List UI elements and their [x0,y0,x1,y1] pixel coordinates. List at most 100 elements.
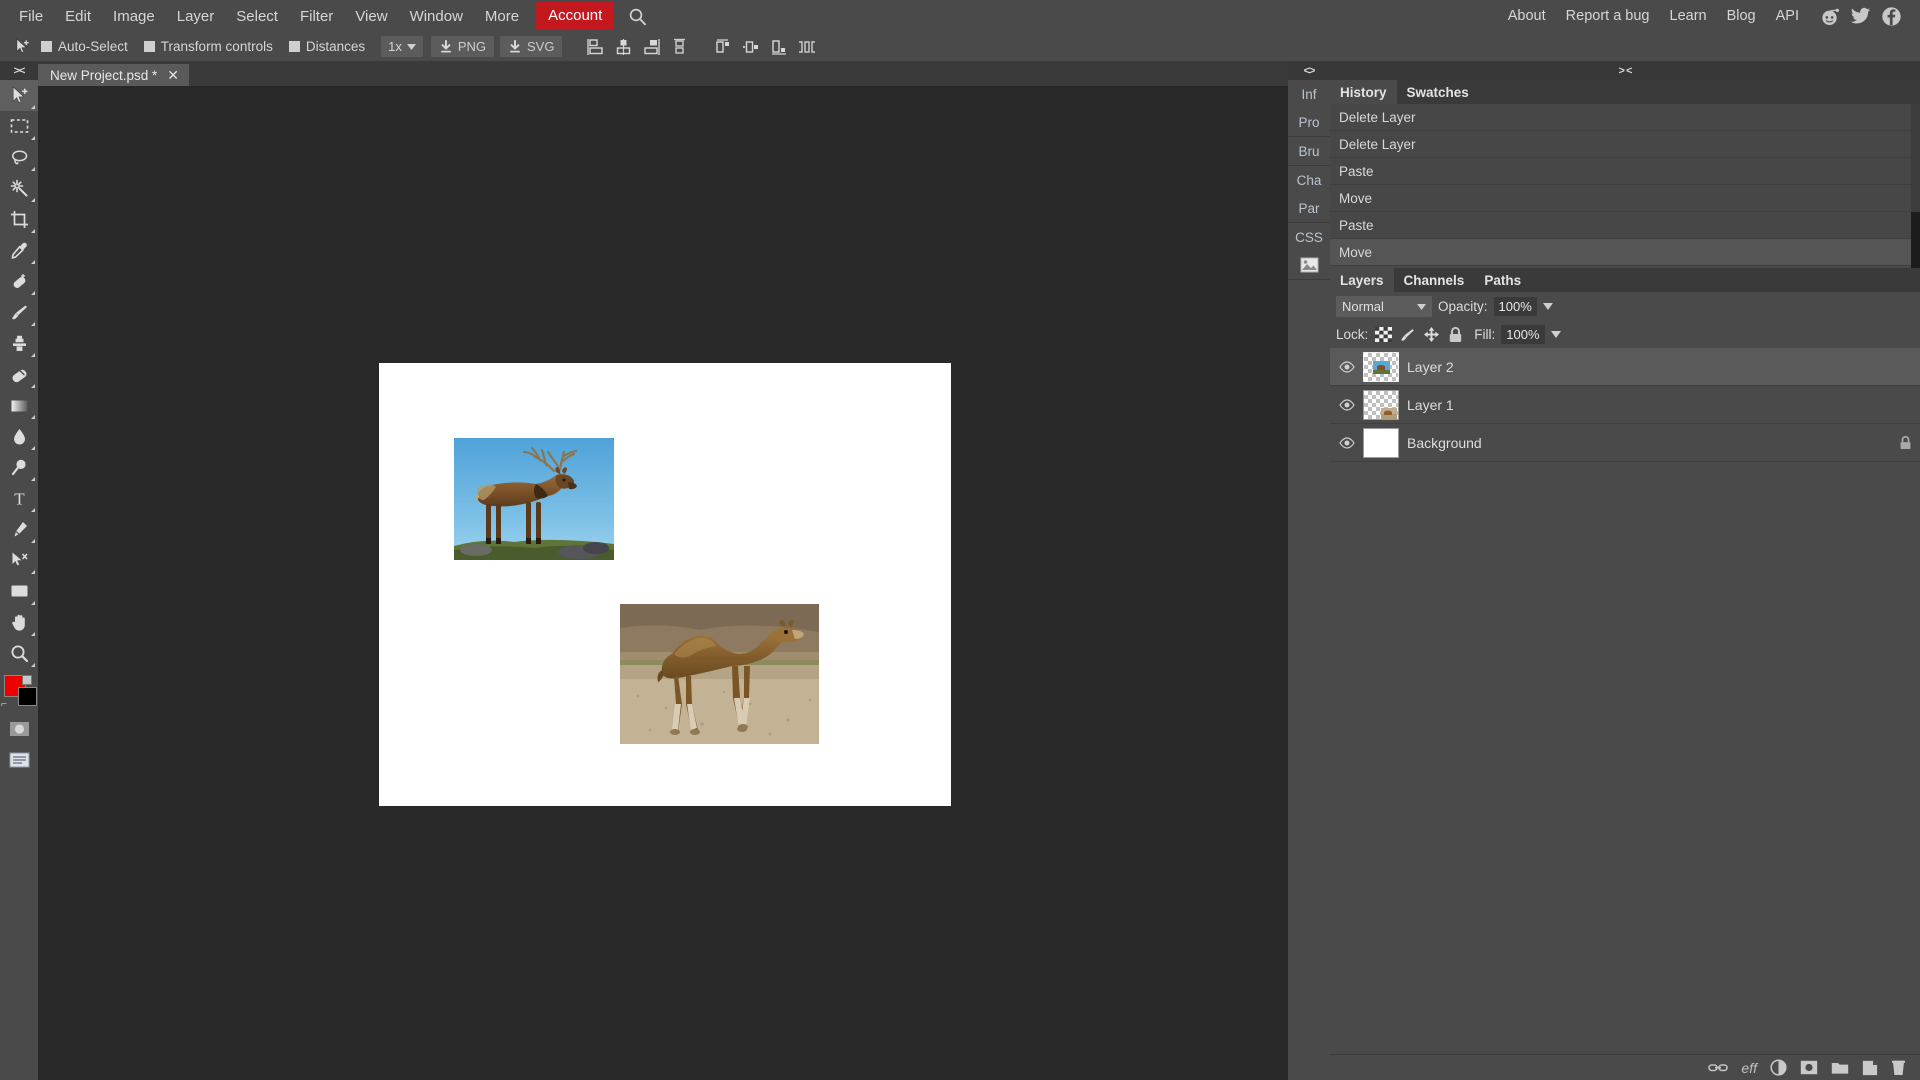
layer-row-layer-1[interactable]: Layer 1 [1330,386,1920,424]
menu-edit[interactable]: Edit [54,3,102,30]
color-swatches[interactable]: ⌐ [0,673,38,713]
distribute-vertical-center-icon[interactable] [738,35,764,59]
hand-tool[interactable] [0,607,38,638]
lasso-tool[interactable] [0,142,38,173]
opacity-value[interactable]: 100% [1493,297,1537,316]
menu-select[interactable]: Select [225,3,289,30]
tab-channels[interactable]: Channels [1394,268,1475,292]
export-png-button[interactable]: PNG [430,36,495,57]
menu-about[interactable]: About [1498,3,1556,30]
history-item[interactable]: Delete Layer [1330,131,1920,158]
tab-layers[interactable]: Layers [1330,268,1394,292]
rectangular-marquee-tool[interactable] [0,111,38,142]
lock-all-icon[interactable] [1446,326,1464,344]
menu-more[interactable]: More [474,3,530,30]
crop-tool[interactable] [0,204,38,235]
transform-controls-checkbox-box[interactable] [143,41,155,52]
distances-checkbox-box[interactable] [288,41,300,52]
panels-collapse-button[interactable]: > < [1330,62,1920,80]
auto-select-checkbox[interactable]: Auto-Select [41,39,128,54]
export-svg-button[interactable]: SVG [500,36,563,57]
distribute-vertical-top-icon[interactable] [710,35,736,59]
eraser-tool[interactable] [0,359,38,390]
history-scroll-thumb[interactable] [1911,212,1920,268]
new-group-button[interactable] [1831,1060,1849,1075]
lock-transparent-pixels-icon[interactable] [1374,326,1392,344]
lock-position-icon[interactable] [1422,326,1440,344]
move-tool[interactable] [0,80,38,111]
layers-list[interactable]: Layer 2 Layer 1 Background [1330,348,1920,462]
layer-mask-button[interactable] [1800,1060,1818,1075]
layer-visibility-icon[interactable] [1338,398,1355,411]
distribute-horizontal-spacing-icon[interactable] [794,35,820,59]
auto-select-checkbox-box[interactable] [41,41,52,52]
menu-api[interactable]: API [1766,3,1809,30]
screen-mode-toggle[interactable] [0,744,38,775]
pen-tool[interactable] [0,514,38,545]
zoom-level-select[interactable]: 1x [381,36,423,57]
distribute-vertical-bottom-icon[interactable] [766,35,792,59]
menu-window[interactable]: Window [399,3,474,30]
character-panel-tab[interactable]: Cha [1288,166,1330,194]
magic-wand-tool[interactable] [0,173,38,204]
document-canvas[interactable] [379,363,951,806]
image-panel-tab[interactable] [1288,251,1330,279]
menu-image[interactable]: Image [102,3,166,30]
camel-image-layer[interactable] [620,604,819,744]
layer-thumbnail[interactable] [1363,389,1399,420]
close-icon[interactable]: ✕ [167,67,179,84]
css-panel-tab[interactable]: CSS [1288,223,1330,251]
align-horizontal-centers-icon[interactable] [610,35,636,59]
background-color-swatch[interactable] [18,687,37,706]
swap-colors-icon[interactable] [22,675,32,685]
adjustment-layer-button[interactable] [1770,1059,1787,1076]
document-tab[interactable]: New Project.psd * ✕ [38,64,190,86]
menu-learn[interactable]: Learn [1660,3,1717,30]
account-button[interactable]: Account [536,2,615,30]
menu-layer[interactable]: Layer [166,3,226,30]
elk-image-layer[interactable] [454,438,614,560]
delete-layer-button[interactable] [1891,1060,1906,1076]
align-top-edges-icon[interactable] [666,35,692,59]
blur-tool[interactable] [0,421,38,452]
facebook-icon[interactable] [1881,6,1902,27]
menu-file[interactable]: File [8,3,54,30]
search-icon[interactable] [628,7,647,26]
layer-row-layer-2[interactable]: Layer 2 [1330,348,1920,386]
menu-blog[interactable]: Blog [1717,3,1766,30]
history-list[interactable]: Delete Layer Delete Layer Paste Move Pas… [1330,104,1920,268]
twitter-icon[interactable] [1850,6,1871,27]
brushes-panel-tab[interactable]: Bru [1288,137,1330,165]
fill-value[interactable]: 100% [1501,325,1545,344]
layer-effects-button[interactable]: eff [1741,1060,1757,1076]
clone-stamp-tool[interactable] [0,328,38,359]
menu-report-a-bug[interactable]: Report a bug [1556,3,1660,30]
brush-tool[interactable] [0,297,38,328]
zoom-tool[interactable] [0,638,38,669]
link-layers-button[interactable] [1708,1061,1729,1074]
canvas-viewport[interactable] [38,86,1288,1080]
layer-thumbnail[interactable] [1363,351,1399,382]
layer-row-background[interactable]: Background [1330,424,1920,462]
blend-mode-select[interactable]: Normal [1336,296,1432,317]
opacity-dropdown-icon[interactable] [1542,303,1553,310]
menu-view[interactable]: View [344,3,398,30]
tab-paths[interactable]: Paths [1474,268,1531,292]
history-scrollbar[interactable] [1911,104,1920,268]
dodge-tool[interactable] [0,452,38,483]
eyedropper-tool[interactable] [0,235,38,266]
default-colors-icon[interactable]: ⌐ [1,699,7,710]
history-item[interactable]: Move [1330,239,1920,266]
align-left-edges-icon[interactable] [582,35,608,59]
history-item[interactable]: Paste [1330,158,1920,185]
shape-tool[interactable] [0,576,38,607]
history-item[interactable]: Delete Layer [1330,104,1920,131]
layer-visibility-icon[interactable] [1338,436,1355,449]
gradient-tool[interactable] [0,390,38,421]
lock-image-pixels-icon[interactable] [1398,326,1416,344]
reddit-icon[interactable] [1819,6,1840,27]
type-tool[interactable]: T [0,483,38,514]
paragraph-panel-tab[interactable]: Par [1288,194,1330,222]
info-panel-tab[interactable]: Inf [1288,80,1330,108]
tab-history[interactable]: History [1330,80,1397,104]
